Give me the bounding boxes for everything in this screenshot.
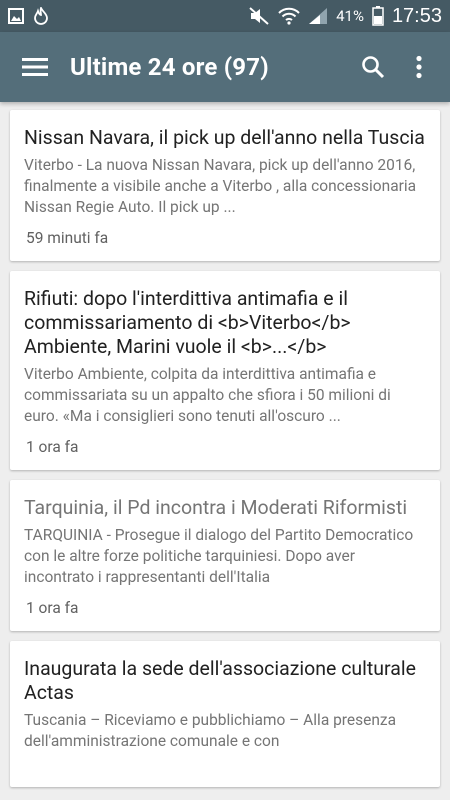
news-card[interactable]: Rifiuti: dopo l'interdittiva antimafia e…: [10, 271, 440, 470]
news-title: Nissan Navara, il pick up dell'anno nell…: [24, 126, 425, 149]
menu-button[interactable]: [0, 32, 70, 102]
search-icon: [362, 56, 385, 79]
gallery-icon: [8, 8, 24, 24]
overflow-menu-button[interactable]: [396, 32, 442, 102]
news-card[interactable]: Nissan Navara, il pick up dell'anno nell…: [10, 110, 440, 261]
news-card[interactable]: Inaugurata la sede dell'associazione cul…: [10, 641, 440, 787]
news-excerpt: TARQUINIA - Prosegue il dialogo del Part…: [24, 526, 414, 586]
battery-icon: [372, 6, 384, 26]
news-title: Inaugurata la sede dell'associazione cul…: [24, 657, 416, 704]
news-card[interactable]: Tarquinia, il Pd incontra i Moderati Rif…: [10, 480, 440, 631]
news-excerpt: Viterbo Ambiente, colpita da interdittiv…: [24, 365, 391, 425]
news-title: Rifiuti: dopo l'interdittiva antimafia e…: [24, 287, 351, 358]
news-time: 59 minuti fa: [26, 229, 109, 247]
clock: 17:53: [391, 4, 442, 27]
mute-icon: [249, 7, 269, 25]
news-excerpt: Tuscania – Riceviamo e pubblichiamo – Al…: [24, 711, 397, 750]
app-bar: Ultime 24 ore (97): [0, 32, 450, 102]
hamburger-icon: [22, 58, 48, 76]
battery-percent: 41%: [336, 7, 364, 25]
status-bar: 41% 17:53: [0, 0, 450, 32]
flame-icon: [34, 7, 48, 25]
news-title: Tarquinia, il Pd incontra i Moderati Rif…: [24, 496, 408, 519]
wifi-icon: [278, 7, 300, 25]
search-button[interactable]: [350, 32, 396, 102]
signal-icon: [309, 8, 328, 24]
system-icons: 41% 17:53: [248, 5, 442, 28]
news-time: 1 ora fa: [26, 438, 79, 456]
news-time: 1 ora fa: [26, 599, 79, 617]
news-excerpt: Viterbo - La nuova Nissan Navara, pick u…: [24, 156, 417, 216]
news-feed[interactable]: Nissan Navara, il pick up dell'anno nell…: [0, 102, 450, 800]
notification-icons: [8, 7, 48, 25]
more-vert-icon: [416, 55, 422, 79]
page-title: Ultime 24 ore (97): [70, 53, 269, 81]
